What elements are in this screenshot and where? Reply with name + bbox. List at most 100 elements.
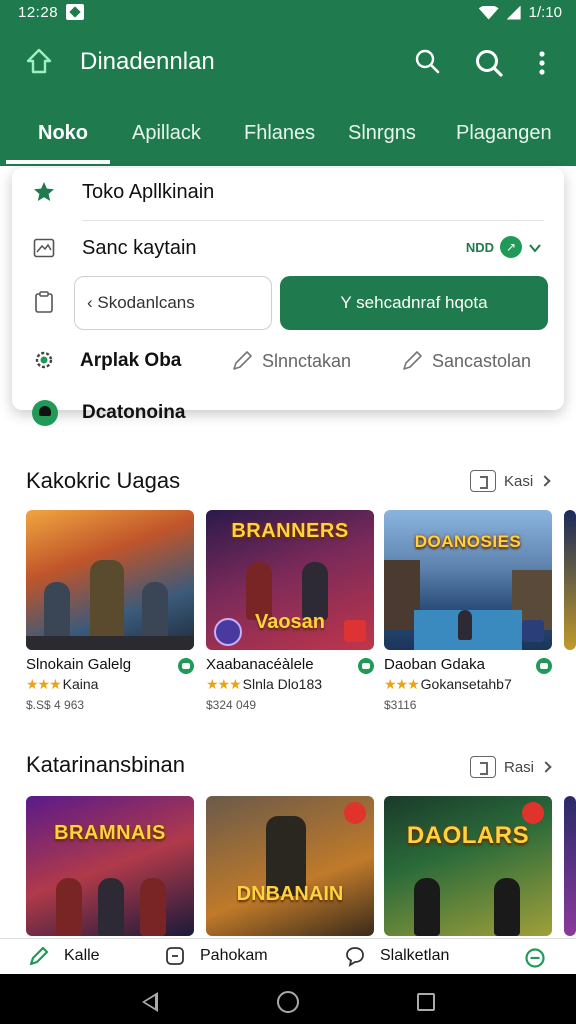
section-title: Katarinansbinan	[26, 752, 186, 777]
game-card[interactable]: K S	[564, 510, 576, 650]
thumbnail-title: DNBANAIN	[236, 883, 344, 905]
section-title: Kakokric Uagas	[26, 468, 181, 493]
clipboard-icon	[35, 291, 53, 313]
status-bar: 12:28 1/:10	[0, 0, 576, 26]
option-edit-1[interactable]: Slnnctakan	[262, 351, 351, 372]
menu-header: Toko Apllkinain	[82, 181, 215, 203]
primary-action-button[interactable]: Y sehcadnraf hqota	[280, 276, 548, 330]
back-icon[interactable]	[142, 992, 158, 1012]
see-more-button[interactable]: Rasi	[470, 754, 552, 780]
pencil-icon	[233, 351, 252, 370]
pencil-icon	[403, 351, 422, 370]
star-icon	[34, 182, 54, 201]
chevron-right-icon	[540, 761, 552, 773]
nav-label: Slalketlan	[380, 947, 450, 964]
tab-noko[interactable]: Noko	[38, 122, 88, 145]
game-size: $324 049	[206, 698, 257, 712]
game-thumbnail: DOANOSIES	[384, 510, 552, 650]
tab-bar: Noko Apillack Fhlanes Slnrgns Plagangen	[0, 102, 576, 164]
sort-badge: NDD	[465, 240, 494, 255]
peek-row-label[interactable]: Dcatonoina	[82, 402, 185, 424]
thumbnail-title: DAOLARS	[406, 822, 530, 849]
tab-plagangen[interactable]: Plagangen	[456, 122, 552, 145]
game-card[interactable]: DNBANAIN	[206, 796, 374, 936]
game-card[interactable]: BRAMNAIS	[26, 796, 194, 936]
game-thumbnail: BRANNERS Vaosan	[206, 510, 374, 650]
minus-circle-icon[interactable]	[524, 947, 546, 969]
search-input[interactable]: ‹ Skodanlcans	[74, 276, 272, 330]
tab-indicator	[6, 160, 110, 164]
sort-label[interactable]: Sanc kaytain	[82, 237, 197, 260]
game-thumbnail: DAOLARS	[384, 796, 552, 936]
pencil-icon	[29, 946, 49, 966]
game-card[interactable]	[564, 796, 576, 936]
game-thumbnail	[26, 510, 194, 650]
see-more-label: Rasi	[504, 758, 535, 776]
tab-apillack[interactable]: Apillack	[132, 122, 201, 145]
chevron-right-icon	[539, 475, 551, 487]
game-rating: ★★★ Kaina	[26, 676, 99, 692]
wifi-icon	[478, 5, 499, 20]
sort-badge-dot: ↗	[500, 236, 522, 258]
chevron-down-icon[interactable]	[528, 241, 542, 255]
bottom-navigation: Kalle Pahokam Slalketlan	[0, 938, 576, 974]
nav-item-kalle[interactable]: Kalle	[28, 945, 100, 967]
game-card[interactable]: BRANNERS Vaosan Xaabanacéàlele ★★★ Slnla …	[206, 510, 374, 712]
recents-icon[interactable]	[417, 993, 435, 1011]
chat-bubble-icon	[346, 947, 364, 967]
home-icon[interactable]	[26, 48, 52, 74]
game-name: Xaabanacéàlele	[206, 656, 314, 673]
expand-icon	[470, 756, 496, 778]
nav-label: Pahokam	[200, 947, 268, 964]
home-button-icon[interactable]	[277, 991, 299, 1013]
game-thumbnail: DNBANAIN	[206, 796, 374, 936]
download-icon	[358, 658, 374, 674]
nav-item-slalketlan[interactable]: Slalketlan	[344, 945, 449, 967]
option-edit-2[interactable]: Sancastolan	[432, 351, 531, 372]
download-icon	[536, 658, 552, 674]
game-card[interactable]: Slnokain Galelg ★★★ Kaina $.S$ 4 963	[26, 510, 194, 712]
thumbnail-title: BRANNERS	[231, 520, 349, 542]
game-card[interactable]: DOANOSIES Daoban Gdaka ★★★ Gokansetahb7 $…	[384, 510, 552, 712]
gear-icon	[35, 351, 53, 369]
signal-icon	[506, 5, 521, 20]
game-thumbnail	[564, 796, 576, 936]
search-icon[interactable]	[474, 48, 504, 78]
thumbnail-title: DOANOSIES	[414, 532, 522, 551]
search-icon[interactable]	[414, 48, 440, 74]
robot-icon	[32, 400, 58, 426]
app-bar: Dinadennlan	[0, 26, 576, 100]
menu-card: Toko Apllkinain Sanc kaytain NDD ↗ ‹ Sko…	[12, 168, 564, 410]
image-icon	[33, 238, 55, 258]
app-title: Dinadennlan	[80, 48, 215, 75]
tab-fhlanes[interactable]: Fhlanes	[244, 122, 315, 145]
battery-text: 1/:10	[528, 4, 562, 21]
game-thumbnail	[564, 510, 576, 650]
game-size: $.S$ 4 963	[26, 698, 85, 712]
star-rating-icon: ★★★	[206, 676, 242, 692]
game-rating: ★★★ Slnla Dlo183	[206, 676, 323, 692]
status-time: 12:28	[18, 4, 59, 21]
bookmark-icon	[166, 947, 184, 965]
more-vert-icon[interactable]	[532, 48, 552, 78]
game-name: Daoban Gdaka	[384, 656, 485, 673]
see-more-button[interactable]: Kasi	[470, 468, 552, 494]
thumbnail-title: BRAMNAIS	[54, 822, 166, 844]
see-more-label: Kasi	[504, 472, 534, 490]
category-label[interactable]: Arplak Oba	[80, 350, 181, 372]
expand-icon	[470, 470, 496, 492]
star-rating-icon: ★★★	[384, 676, 420, 692]
nav-label: Kalle	[64, 947, 100, 964]
game-thumbnail: BRAMNAIS	[26, 796, 194, 936]
status-indicators: 1/:10	[478, 4, 562, 21]
game-name: Slnokain Galelg	[26, 656, 132, 673]
nav-item-pahokam[interactable]: Pahokam	[164, 945, 268, 967]
download-icon	[178, 658, 194, 674]
game-card[interactable]: DAOLARS	[384, 796, 552, 936]
star-rating-icon: ★★★	[26, 676, 62, 692]
game-size: $3116	[384, 698, 417, 712]
system-navigation-bar	[0, 974, 576, 1024]
notification-icon	[66, 4, 84, 20]
game-rating: ★★★ Gokansetahb7	[384, 676, 512, 692]
tab-slnrgns[interactable]: Slnrgns	[348, 122, 416, 145]
